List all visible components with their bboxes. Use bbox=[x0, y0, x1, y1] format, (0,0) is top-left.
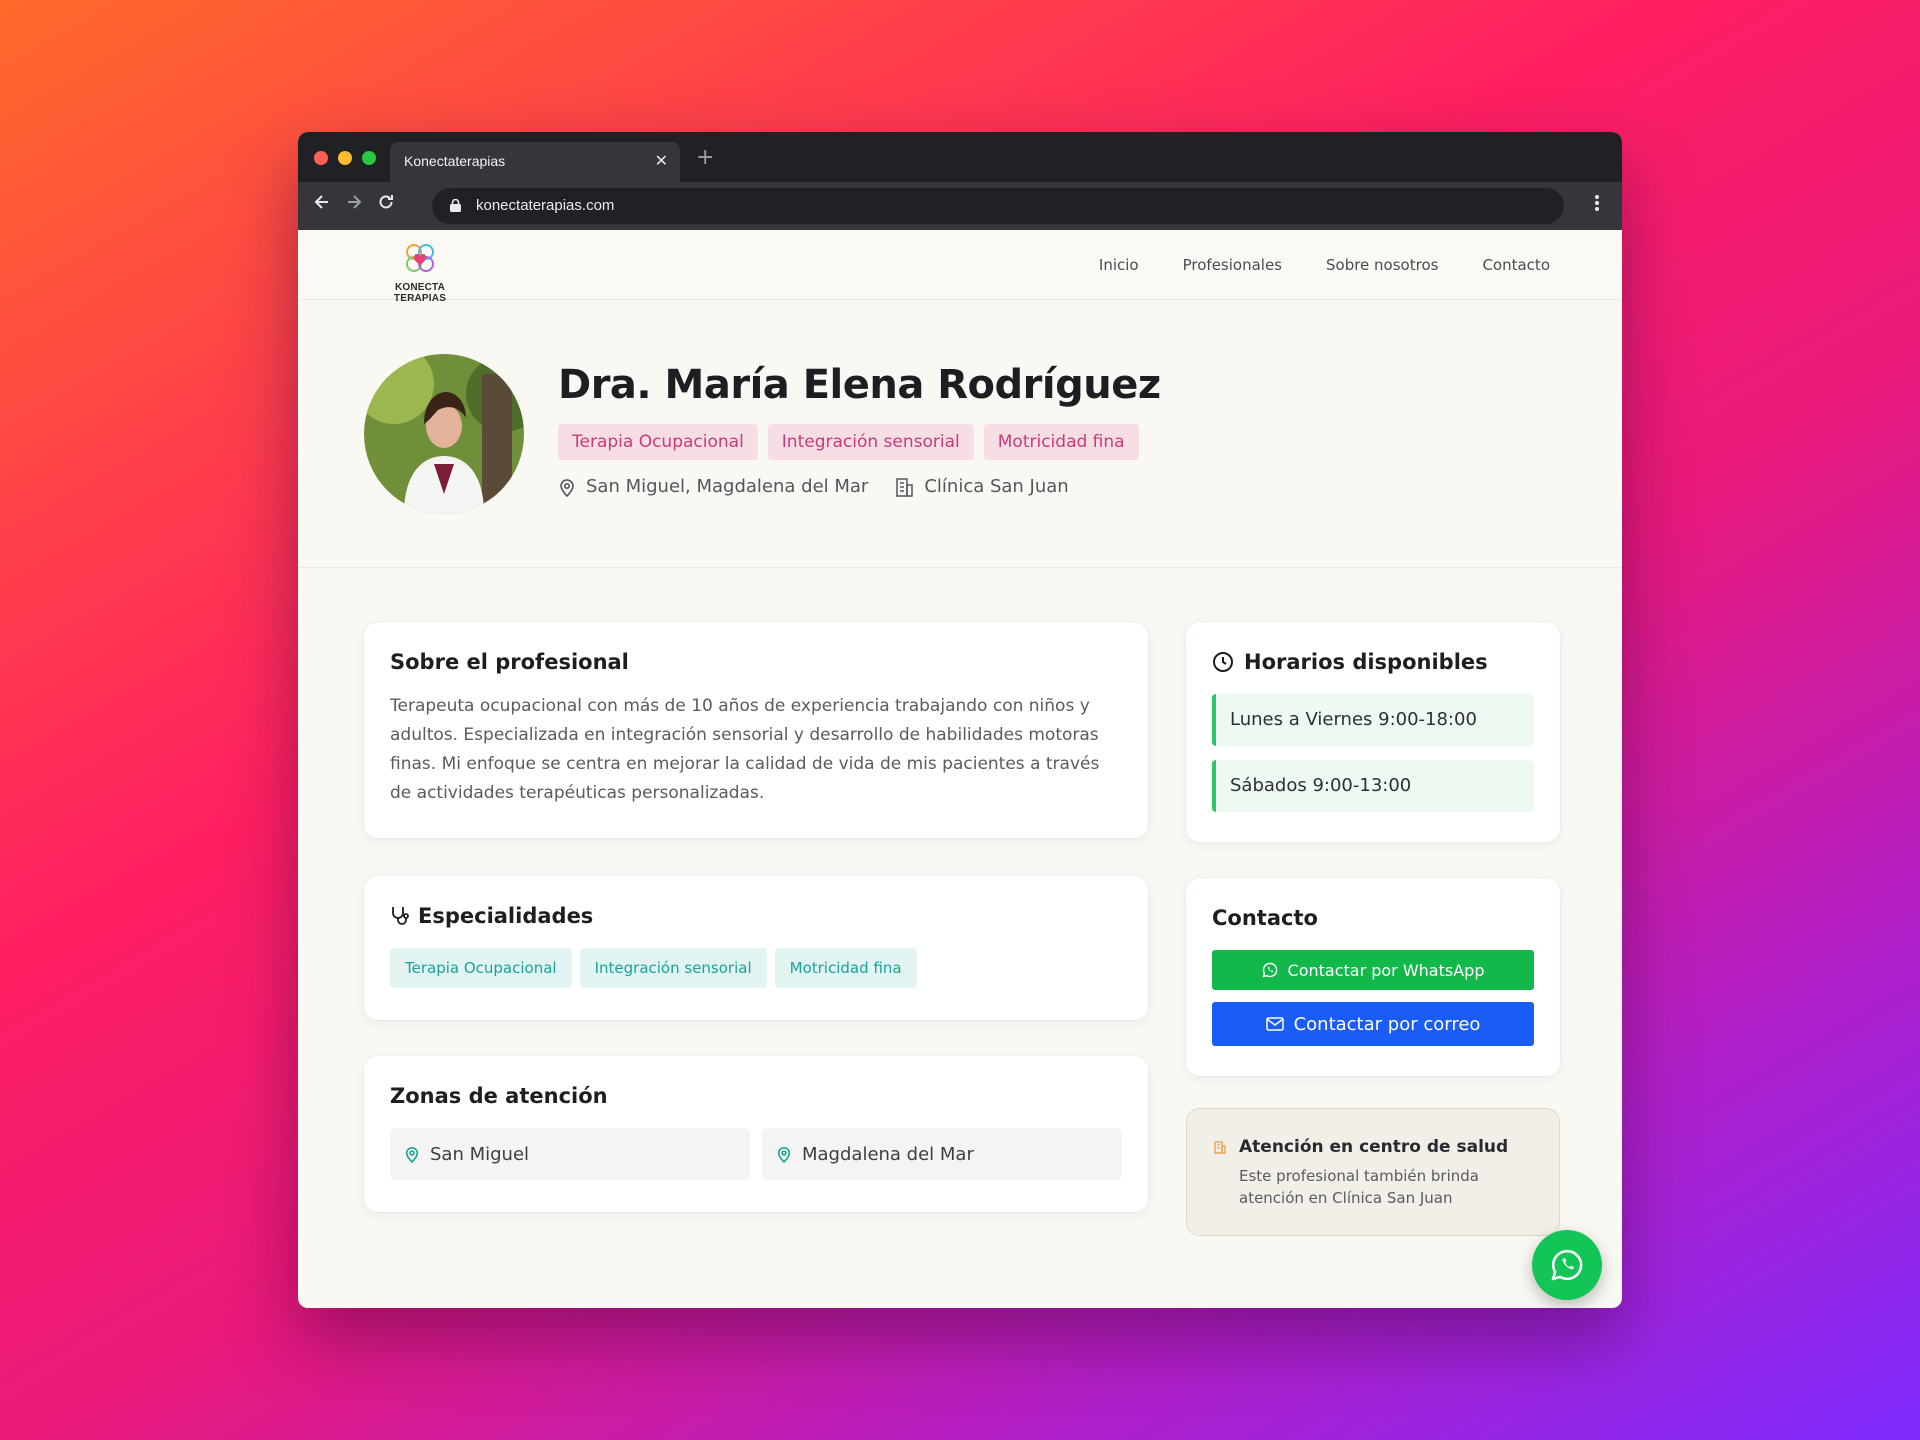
health-center-title: Atención en centro de salud bbox=[1239, 1137, 1509, 1157]
nav-link-sobre-nosotros[interactable]: Sobre nosotros bbox=[1326, 256, 1438, 274]
whatsapp-icon bbox=[1551, 1249, 1583, 1281]
about-text: Terapeuta ocupacional con más de 10 años… bbox=[390, 696, 1100, 803]
email-button[interactable]: Contactar por correo bbox=[1212, 1002, 1534, 1046]
map-pin-icon bbox=[777, 1147, 791, 1163]
zone-item: Magdalena del Mar bbox=[762, 1128, 1122, 1180]
building-icon bbox=[896, 477, 914, 497]
address-bar[interactable]: konectaterapias.com bbox=[432, 188, 1564, 224]
browser-toolbar: konectaterapias.com bbox=[298, 182, 1622, 230]
zones-card: Zonas de atención San Miguel Magdalena d… bbox=[364, 1056, 1148, 1212]
email-button-label: Contactar por correo bbox=[1293, 1013, 1481, 1035]
specialty-tag: Terapia Ocupacional bbox=[390, 948, 572, 988]
forward-arrow-icon[interactable] bbox=[344, 192, 364, 217]
close-window-button[interactable] bbox=[314, 151, 328, 165]
site-header: KONECTA TERAPIAS Inicio Profesionales So… bbox=[298, 230, 1622, 304]
nav-link-inicio[interactable]: Inicio bbox=[1099, 256, 1139, 274]
schedule-slot: Sábados 9:00-13:00 bbox=[1212, 760, 1534, 812]
specialties-title: Especialidades bbox=[418, 904, 594, 928]
browser-tab[interactable]: Konectaterapias ✕ bbox=[390, 142, 680, 182]
zone-item: San Miguel bbox=[390, 1128, 750, 1180]
profile-tag: Terapia Ocupacional bbox=[558, 424, 758, 460]
mail-icon bbox=[1265, 1017, 1284, 1031]
health-center-text: Este profesional también brinda atención… bbox=[1239, 1167, 1479, 1207]
zone-label: San Miguel bbox=[430, 1143, 530, 1165]
tab-close-icon[interactable]: ✕ bbox=[655, 151, 668, 171]
professional-name: Dra. María Elena Rodríguez bbox=[558, 362, 1161, 408]
reload-icon[interactable] bbox=[376, 192, 396, 217]
about-card: Sobre el profesional Terapeuta ocupacion… bbox=[364, 622, 1148, 838]
contact-card: Contacto Contactar por WhatsApp Contacta… bbox=[1186, 878, 1560, 1076]
tab-title: Konectaterapias bbox=[404, 153, 506, 169]
url-text: konectaterapias.com bbox=[476, 197, 615, 214]
contact-title: Contacto bbox=[1212, 906, 1318, 930]
minimize-window-button[interactable] bbox=[338, 151, 352, 165]
clinic-text: Clínica San Juan bbox=[924, 476, 1069, 497]
whatsapp-button-label: Contactar por WhatsApp bbox=[1287, 960, 1485, 980]
whatsapp-icon bbox=[1262, 962, 1277, 978]
maximize-window-button[interactable] bbox=[362, 151, 376, 165]
site-logo[interactable]: KONECTA TERAPIAS bbox=[370, 240, 470, 304]
health-center-notice: Atención en centro de salud Este profesi… bbox=[1186, 1108, 1560, 1236]
clinic-info: Clínica San Juan bbox=[894, 476, 1069, 497]
browser-menu-icon[interactable] bbox=[1594, 193, 1600, 218]
zone-label: Magdalena del Mar bbox=[802, 1143, 974, 1165]
clock-icon bbox=[1213, 652, 1233, 672]
specialty-tag: Motricidad fina bbox=[774, 948, 917, 988]
hours-title: Horarios disponibles bbox=[1244, 650, 1488, 674]
profile-meta: San Miguel, Magdalena del Mar Clínica Sa… bbox=[558, 476, 1069, 497]
specialty-tags: Terapia Ocupacional Integración sensoria… bbox=[390, 948, 1122, 988]
lock-icon bbox=[450, 199, 461, 212]
map-pin-icon bbox=[405, 1147, 419, 1163]
specialties-card: Especialidades Terapia Ocupacional Integ… bbox=[364, 876, 1148, 1020]
profile-photo bbox=[364, 354, 524, 514]
hours-card: Horarios disponibles Lunes a Viernes 9:0… bbox=[1186, 622, 1560, 842]
specialty-tag: Integración sensorial bbox=[579, 948, 767, 988]
profile-tags: Terapia Ocupacional Integración sensoria… bbox=[558, 424, 1139, 460]
map-pin-icon bbox=[560, 478, 574, 497]
about-title: Sobre el profesional bbox=[390, 650, 629, 674]
location-text: San Miguel, Magdalena del Mar bbox=[586, 476, 869, 497]
location-info: San Miguel, Magdalena del Mar bbox=[558, 476, 868, 497]
browser-window: Konectaterapias ✕ + konectaterapias.com bbox=[298, 132, 1622, 1308]
zone-list: San Miguel Magdalena del Mar bbox=[390, 1128, 1122, 1180]
nav-link-contacto[interactable]: Contacto bbox=[1482, 256, 1550, 274]
floating-whatsapp-button[interactable] bbox=[1532, 1230, 1602, 1300]
schedule-slot: Lunes a Viernes 9:00-18:00 bbox=[1212, 694, 1534, 746]
new-tab-button[interactable]: + bbox=[696, 145, 714, 170]
browser-titlebar: Konectaterapias ✕ + bbox=[298, 132, 1622, 182]
profile-hero: Dra. María Elena Rodríguez Terapia Ocupa… bbox=[298, 300, 1622, 568]
profile-tag: Integración sensorial bbox=[767, 424, 974, 460]
zones-title: Zonas de atención bbox=[390, 1084, 608, 1108]
stethoscope-icon bbox=[392, 907, 409, 925]
back-arrow-icon[interactable] bbox=[312, 192, 332, 217]
main-nav: Inicio Profesionales Sobre nosotros Cont… bbox=[1099, 256, 1550, 274]
whatsapp-button[interactable]: Contactar por WhatsApp bbox=[1212, 950, 1534, 990]
building-icon bbox=[1214, 1141, 1226, 1154]
profile-tag: Motricidad fina bbox=[983, 424, 1139, 460]
nav-link-profesionales[interactable]: Profesionales bbox=[1183, 256, 1282, 274]
logo-mark-icon bbox=[406, 244, 434, 272]
